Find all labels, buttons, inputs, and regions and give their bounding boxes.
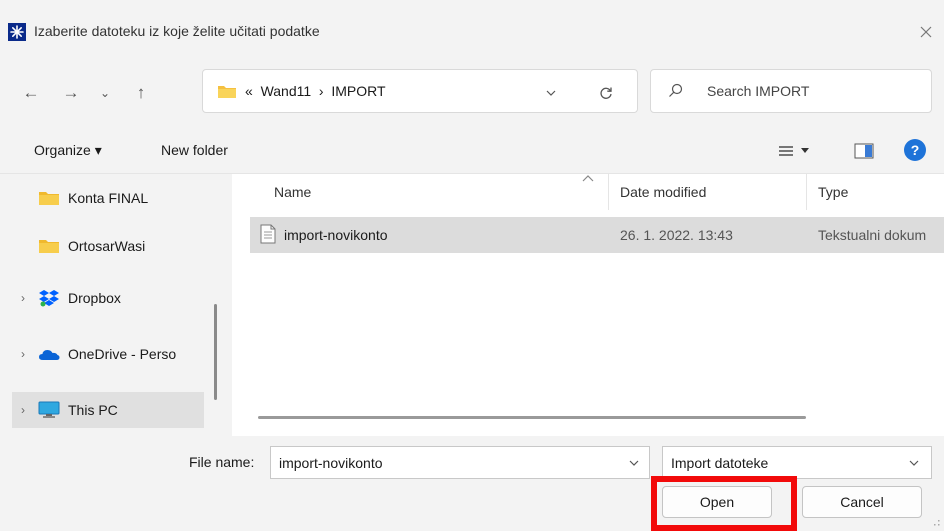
- file-list: Name Date modified Type import-novikonto…: [232, 174, 944, 436]
- app-icon: [8, 23, 26, 41]
- monitor-icon: [34, 401, 64, 419]
- table-row[interactable]: import-novikonto 26. 1. 2022. 13:43 Teks…: [250, 217, 944, 253]
- sidebar-item-label: Konta FINAL: [68, 190, 149, 206]
- open-button[interactable]: Open: [662, 486, 772, 518]
- file-type-cell: Tekstualni dokum: [818, 227, 927, 243]
- dialog-footer: File name: import-novikonto Import datot…: [0, 436, 944, 531]
- view-options-button[interactable]: [778, 139, 824, 163]
- up-button[interactable]: ↑: [128, 79, 154, 107]
- window-title: Izaberite datoteku iz koje želite učitat…: [34, 23, 320, 39]
- sort-ascending-icon: [582, 175, 594, 182]
- sidebar-item-ortosarwasi[interactable]: OrtosarWasi: [12, 228, 204, 264]
- refresh-button[interactable]: [593, 81, 619, 105]
- sidebar-item-dropbox[interactable]: › Dropbox: [12, 280, 204, 316]
- dropbox-icon: [34, 289, 64, 307]
- file-name-dropdown-button[interactable]: [623, 453, 645, 473]
- sidebar-item-label: This PC: [68, 402, 118, 418]
- chevron-down-icon: ⌄: [99, 86, 111, 100]
- address-dropdown-button[interactable]: [539, 82, 563, 104]
- sidebar-item-label: OneDrive - Perso: [68, 346, 177, 362]
- sidebar-scrollbar[interactable]: [214, 304, 217, 400]
- arrow-left-icon: ←: [22, 83, 40, 102]
- column-header-type[interactable]: Type: [818, 184, 848, 200]
- sidebar-item-label: OrtosarWasi: [68, 238, 146, 254]
- column-header-date-modified[interactable]: Date modified: [620, 184, 706, 200]
- search-box[interactable]: Search IMPORT: [650, 69, 932, 113]
- chevron-right-icon: ›: [21, 347, 25, 361]
- column-header-name[interactable]: Name: [274, 184, 311, 200]
- caret-down-icon: [801, 148, 809, 153]
- sidebar-item-onedrive[interactable]: › OneDrive - Perso: [12, 336, 204, 372]
- refresh-icon: [600, 87, 612, 99]
- close-button[interactable]: [912, 18, 940, 46]
- help-button[interactable]: ?: [904, 139, 926, 161]
- arrow-up-icon: ↑: [136, 83, 146, 102]
- breadcrumb[interactable]: « Wand11 › IMPORT: [245, 83, 386, 99]
- onedrive-icon: [34, 347, 64, 361]
- file-name-cell: import-novikonto: [284, 227, 388, 243]
- folder-icon: [34, 238, 64, 254]
- file-type-filter[interactable]: Import datoteke: [662, 446, 932, 479]
- file-type-filter-value: Import datoteke: [671, 455, 769, 471]
- chevron-down-icon: [629, 460, 639, 466]
- list-view-icon: [779, 146, 793, 156]
- resize-grip-icon[interactable]: [934, 520, 940, 526]
- navigation-bar: ← → ⌄ ↑ « Wand11 › IMPORT Search IMPORT: [0, 62, 944, 124]
- help-icon: ?: [910, 142, 920, 158]
- horizontal-scrollbar[interactable]: [258, 416, 806, 419]
- recent-locations-button[interactable]: ⌄: [92, 79, 118, 107]
- organize-menu[interactable]: Organize ▾: [34, 142, 102, 159]
- chevron-down-icon: [909, 460, 919, 466]
- preview-pane-button[interactable]: [852, 140, 876, 162]
- forward-button[interactable]: →: [58, 79, 84, 107]
- back-button[interactable]: ←: [18, 79, 44, 107]
- sidebar-item-label: Dropbox: [68, 290, 121, 306]
- chevron-right-icon: ›: [21, 403, 25, 417]
- command-bar: Organize ▾ New folder ?: [0, 124, 944, 174]
- chevron-down-icon: [546, 90, 556, 96]
- new-folder-button[interactable]: New folder: [161, 142, 228, 158]
- address-bar[interactable]: « Wand11 › IMPORT: [202, 69, 638, 113]
- sidebar-item-konta-final[interactable]: Konta FINAL: [12, 180, 204, 216]
- column-divider[interactable]: [608, 174, 609, 210]
- cancel-button[interactable]: Cancel: [802, 486, 922, 518]
- file-date-cell: 26. 1. 2022. 13:43: [620, 227, 733, 243]
- preview-pane-icon: [854, 143, 874, 159]
- file-name-label: File name:: [189, 454, 255, 470]
- folder-icon: [34, 190, 64, 206]
- text-file-icon: [260, 224, 276, 247]
- file-name-field[interactable]: import-novikonto: [270, 446, 650, 479]
- folder-icon: [217, 83, 237, 102]
- filter-dropdown-button[interactable]: [903, 453, 925, 473]
- file-name-value[interactable]: import-novikonto: [279, 455, 383, 471]
- chevron-right-icon: ›: [21, 291, 25, 305]
- navigation-pane: Konta FINAL OrtosarWasi › Dropbox › OneD…: [0, 174, 232, 436]
- close-icon: [920, 26, 932, 38]
- search-input[interactable]: Search IMPORT: [707, 83, 809, 99]
- search-icon: [668, 83, 684, 102]
- arrow-right-icon: →: [62, 83, 80, 102]
- sidebar-item-this-pc[interactable]: › This PC: [12, 392, 204, 428]
- column-divider[interactable]: [806, 174, 807, 210]
- title-bar: Izaberite datoteku iz koje želite učitat…: [0, 0, 944, 62]
